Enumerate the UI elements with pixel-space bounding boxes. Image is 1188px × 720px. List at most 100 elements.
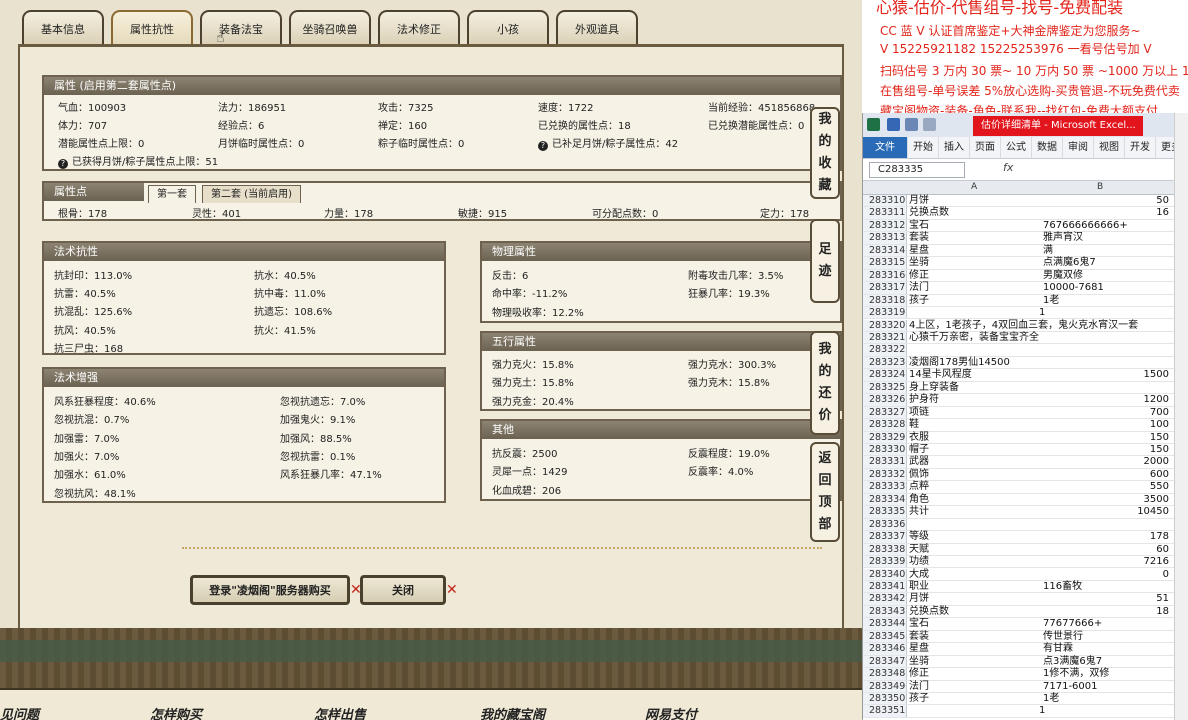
sheet-row[interactable]: 283317 法门 10000-7681 (863, 282, 1188, 295)
cell-a[interactable]: 坐骑 (909, 257, 929, 269)
sheet-row[interactable]: 283322 (863, 344, 1188, 357)
help-icon[interactable]: ? (58, 159, 68, 169)
cell-a[interactable]: 佩饰 (909, 469, 929, 481)
col-a-header[interactable]: A (971, 182, 977, 192)
sheet-row[interactable]: 283320 4上区，1老孩子，4双回血三套，鬼火克水宵汉一套 (863, 319, 1188, 332)
side-button-2[interactable]: 我的还价 (810, 331, 840, 435)
ribbon-tab-8[interactable]: 开发 (1125, 137, 1156, 158)
row-number[interactable]: 283337 (863, 531, 907, 543)
subtab-set-1[interactable]: 第一套 (148, 185, 196, 203)
sheet-row[interactable]: 283316 修正 男魔双修 (863, 269, 1188, 283)
cell-b[interactable]: 100 (1150, 419, 1169, 431)
buy-button[interactable]: 登录"凌烟阁"服务器购买 (190, 575, 350, 605)
cell-b[interactable]: 18 (1156, 606, 1169, 618)
cell-b[interactable]: 60 (1156, 544, 1169, 556)
row-number[interactable]: 283345 (863, 630, 907, 643)
cell-a[interactable]: 4上区，1老孩子，4双回血三套，鬼火克水宵汉一套 (909, 320, 1138, 332)
sheet-row[interactable]: 283315 坐骑 点满魔6鬼7 (863, 257, 1188, 270)
sheet-row[interactable]: 283319 1 (863, 307, 1188, 320)
undo-icon[interactable] (905, 118, 918, 131)
name-box[interactable]: C283335 (869, 162, 965, 178)
sheet-row[interactable]: 283327 项链 700 (863, 406, 1188, 420)
cell-b[interactable]: 10000-7681 (1043, 282, 1104, 294)
cell-a[interactable]: 宝石 (909, 618, 929, 630)
ribbon-tab-7[interactable]: 视图 (1094, 137, 1125, 158)
cell-b[interactable]: 7216 (1144, 556, 1169, 568)
ribbon-tab-1[interactable]: 开始 (908, 137, 939, 158)
footer-link-3[interactable]: 我的藏宝阁 (480, 704, 545, 720)
cell-a[interactable]: 修正 (909, 270, 929, 282)
sheet-row[interactable]: 283337 等级 178 (863, 531, 1188, 544)
sheet-row[interactable]: 283335 共计 10450 (863, 506, 1188, 519)
sheet-row[interactable]: 283340 大成 0 (863, 568, 1188, 581)
tab-5[interactable]: 小孩 (467, 10, 549, 46)
cell-a[interactable]: 套装 (909, 631, 929, 643)
row-number[interactable]: 283329 (863, 431, 907, 443)
cell-b[interactable]: 0 (1163, 569, 1169, 581)
cell-b[interactable]: 150 (1150, 432, 1169, 444)
cell-b[interactable]: 50 (1156, 195, 1169, 207)
sheet-row[interactable]: 283346 星盘 有甘霖 (863, 643, 1188, 656)
cell-b[interactable]: 3500 (1144, 494, 1169, 506)
cell-a[interactable]: 孩子 (909, 693, 929, 705)
cell-a[interactable]: 身上穿装备 (909, 382, 959, 394)
row-number[interactable]: 283342 (863, 593, 907, 605)
cell-a[interactable]: 修正 (909, 668, 929, 680)
row-number[interactable]: 283315 (863, 257, 907, 269)
cell-a[interactable]: 护身符 (909, 394, 939, 406)
cell-b[interactable]: 1 (1039, 705, 1045, 717)
ribbon-tab-5[interactable]: 数据 (1032, 137, 1063, 158)
subtab-set-2[interactable]: 第二套 (当前启用) (202, 185, 301, 203)
cell-a[interactable]: 角色 (909, 494, 929, 506)
footer-link-0[interactable]: 见问题 (0, 704, 39, 720)
ribbon-tab-6[interactable]: 审阅 (1063, 137, 1094, 158)
cell-b[interactable]: 178 (1150, 531, 1169, 543)
row-number[interactable]: 283322 (863, 344, 907, 356)
footer-link-4[interactable]: 网易支付 (645, 704, 697, 720)
row-number[interactable]: 283335 (863, 506, 907, 518)
sheet-row[interactable]: 283338 天赋 60 (863, 543, 1188, 557)
sheet-row[interactable]: 283321 心猿千万亲密，装备宝宝齐全 (863, 331, 1188, 345)
sheet-row[interactable]: 283314 星盘 满 (863, 244, 1188, 258)
sheet-row[interactable]: 283336 (863, 518, 1188, 532)
row-number[interactable]: 283333 (863, 481, 907, 493)
sheet-row[interactable]: 283351 1 (863, 705, 1188, 718)
row-number[interactable]: 283351 (863, 705, 907, 717)
cell-b[interactable]: 1200 (1144, 394, 1169, 406)
fx-icon[interactable]: fx (1003, 161, 1013, 174)
ribbon-tab-4[interactable]: 公式 (1001, 137, 1032, 158)
sheet-row[interactable]: 283342 月饼 51 (863, 593, 1188, 606)
row-number[interactable]: 283341 (863, 580, 907, 593)
side-button-0[interactable]: 我的收藏 (810, 107, 840, 199)
cell-a[interactable]: 鞋 (909, 419, 919, 431)
row-number[interactable]: 283320 (863, 319, 907, 331)
cell-b[interactable]: 1 (1039, 307, 1045, 319)
sheet-row[interactable]: 283330 帽子 150 (863, 444, 1188, 457)
cell-a[interactable]: 14星卡风程度 (909, 369, 972, 381)
sheet-row[interactable]: 283349 法门 7171-6001 (863, 680, 1188, 693)
cell-a[interactable]: 项链 (909, 407, 929, 419)
tab-3[interactable]: 坐骑召唤兽 (289, 10, 371, 46)
tab-1[interactable]: 属性抗性 (111, 10, 193, 46)
sheet-row[interactable]: 283318 孩子 1老 (863, 294, 1188, 308)
row-number[interactable]: 283324 (863, 369, 907, 381)
sheet-row[interactable]: 283341 职业 116畜牧 (863, 580, 1188, 594)
row-number[interactable]: 283316 (863, 269, 907, 282)
cell-a[interactable]: 宝石 (909, 220, 929, 232)
sheet-row[interactable]: 283345 套装 传世景行 (863, 630, 1188, 644)
row-number[interactable]: 283331 (863, 456, 907, 468)
row-number[interactable]: 283348 (863, 668, 907, 680)
cell-b[interactable]: 116畜牧 (1043, 581, 1082, 593)
cell-b[interactable]: 150 (1150, 444, 1169, 456)
row-number[interactable]: 283339 (863, 556, 907, 568)
cell-a[interactable]: 孩子 (909, 295, 929, 307)
row-number[interactable]: 283313 (863, 232, 907, 244)
cell-a[interactable]: 法门 (909, 282, 929, 294)
cell-a[interactable]: 星盘 (909, 643, 929, 655)
cell-a[interactable]: 月饼 (909, 593, 929, 605)
ribbon-tab-0[interactable]: 文件 (863, 137, 908, 158)
sheet-row[interactable]: 283323 凌烟阁178男仙14500 (863, 356, 1188, 370)
cell-b[interactable]: 550 (1150, 481, 1169, 493)
side-button-3[interactable]: 返回顶部 (810, 442, 840, 542)
sheet-row[interactable]: 283344 宝石 77677666+ (863, 618, 1188, 631)
